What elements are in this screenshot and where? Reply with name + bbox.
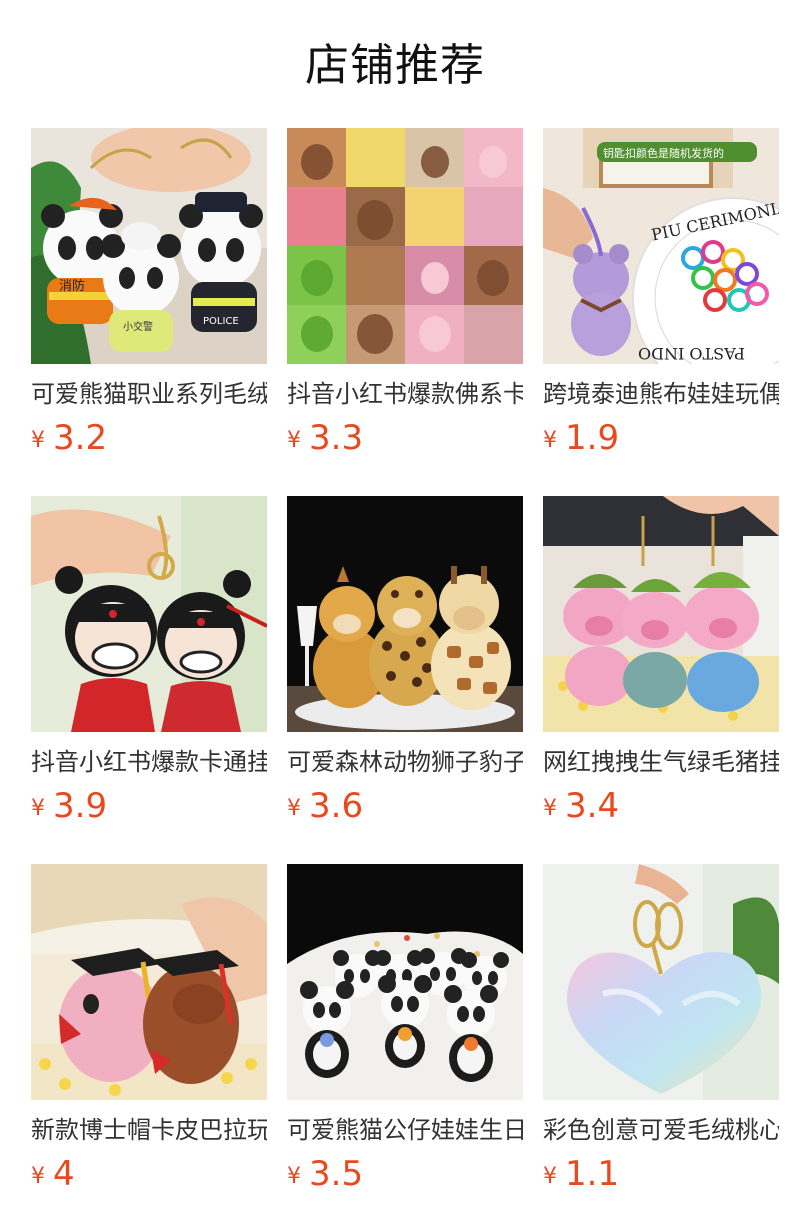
product-name[interactable]: 可爱熊猫公仔娃娃生日 xyxy=(287,1112,523,1148)
price-value: 3.9 xyxy=(53,786,108,826)
product-card[interactable]: 新款博士帽卡皮巴拉玩 ¥4 xyxy=(31,864,267,1194)
price-value: 3.3 xyxy=(309,418,364,458)
product-name[interactable]: 彩色创意可爱毛绒桃心 xyxy=(543,1112,779,1148)
price-value: 3.6 xyxy=(309,786,364,826)
product-image[interactable] xyxy=(543,496,779,732)
product-grid: 消防 小交警 POLICE 可爱熊猫职业系列毛绒 ¥ 3.2 抖音小红书爆款佛系… xyxy=(31,128,790,1194)
currency-symbol: ¥ xyxy=(31,1164,45,1189)
product-price: ¥3.5 xyxy=(287,1154,363,1200)
product-name[interactable]: 可爱森林动物狮子豹子 xyxy=(287,744,523,780)
currency-symbol: ¥ xyxy=(543,1164,557,1189)
product-image[interactable] xyxy=(31,496,267,732)
product-price: ¥4 xyxy=(31,1154,75,1200)
image-text-police: POLICE xyxy=(203,316,239,327)
product-name[interactable]: 新款博士帽卡皮巴拉玩 xyxy=(31,1112,267,1148)
product-name[interactable]: 可爱熊猫职业系列毛绒 xyxy=(31,376,267,412)
currency-symbol: ¥ xyxy=(31,428,45,453)
product-price: ¥1.9 xyxy=(543,418,619,464)
product-card[interactable]: 钥匙扣颜色是随机发货的 PIU CERIMONIALE PASTO INDO 跨… xyxy=(543,128,779,458)
currency-symbol: ¥ xyxy=(287,796,301,821)
product-card[interactable]: 网红拽拽生气绿毛猪挂 ¥3.4 xyxy=(543,496,779,826)
product-name[interactable]: 网红拽拽生气绿毛猪挂 xyxy=(543,744,779,780)
product-price: ¥3.9 xyxy=(31,786,107,832)
product-price: ¥3.2 xyxy=(31,418,107,464)
product-price: ¥3.4 xyxy=(543,786,619,832)
product-name[interactable]: 抖音小红书爆款佛系卡 xyxy=(287,376,523,412)
product-price: ¥3.3 xyxy=(287,418,363,464)
currency-symbol: ¥ xyxy=(543,796,557,821)
product-card[interactable]: 抖音小红书爆款卡通挂 ¥3.9 xyxy=(31,496,267,826)
product-image[interactable] xyxy=(543,864,779,1100)
product-image[interactable] xyxy=(287,128,523,364)
product-card[interactable]: 可爱森林动物狮子豹子 ¥3.6 xyxy=(287,496,523,826)
image-text-fire: 消防 xyxy=(59,278,85,294)
product-card[interactable]: 彩色创意可爱毛绒桃心 ¥1.1 xyxy=(543,864,779,1194)
product-image[interactable] xyxy=(287,864,523,1100)
price-value: 3.5 xyxy=(309,1154,364,1194)
product-card[interactable]: 消防 小交警 POLICE 可爱熊猫职业系列毛绒 ¥ 3.2 xyxy=(31,128,267,458)
section-title: 店铺推荐 xyxy=(305,40,485,91)
product-image[interactable] xyxy=(31,864,267,1100)
price-value: 1.9 xyxy=(565,418,620,458)
image-text-note: 钥匙扣颜色是随机发货的 xyxy=(603,146,724,160)
currency-symbol: ¥ xyxy=(543,428,557,453)
product-image[interactable]: 消防 小交警 POLICE xyxy=(31,128,267,364)
image-text-traffic: 小交警 xyxy=(123,320,153,333)
product-image[interactable] xyxy=(287,496,523,732)
product-name[interactable]: 跨境泰迪熊布娃娃玩偶 xyxy=(543,376,779,412)
currency-symbol: ¥ xyxy=(31,796,45,821)
image-text-plate-bottom: PASTO INDO xyxy=(638,344,745,363)
price-value: 1.1 xyxy=(565,1154,620,1194)
product-price: ¥3.6 xyxy=(287,786,363,832)
product-price: ¥1.1 xyxy=(543,1154,619,1200)
product-image[interactable]: 钥匙扣颜色是随机发货的 PIU CERIMONIALE PASTO INDO xyxy=(543,128,779,364)
currency-symbol: ¥ xyxy=(287,1164,301,1189)
price-value: 4 xyxy=(53,1154,75,1194)
product-name[interactable]: 抖音小红书爆款卡通挂 xyxy=(31,744,267,780)
product-card[interactable]: 抖音小红书爆款佛系卡 ¥3.3 xyxy=(287,128,523,458)
price-value: 3.2 xyxy=(53,418,108,458)
price-value: 3.4 xyxy=(565,786,620,826)
product-card[interactable]: 可爱熊猫公仔娃娃生日 ¥3.5 xyxy=(287,864,523,1194)
currency-symbol: ¥ xyxy=(287,428,301,453)
